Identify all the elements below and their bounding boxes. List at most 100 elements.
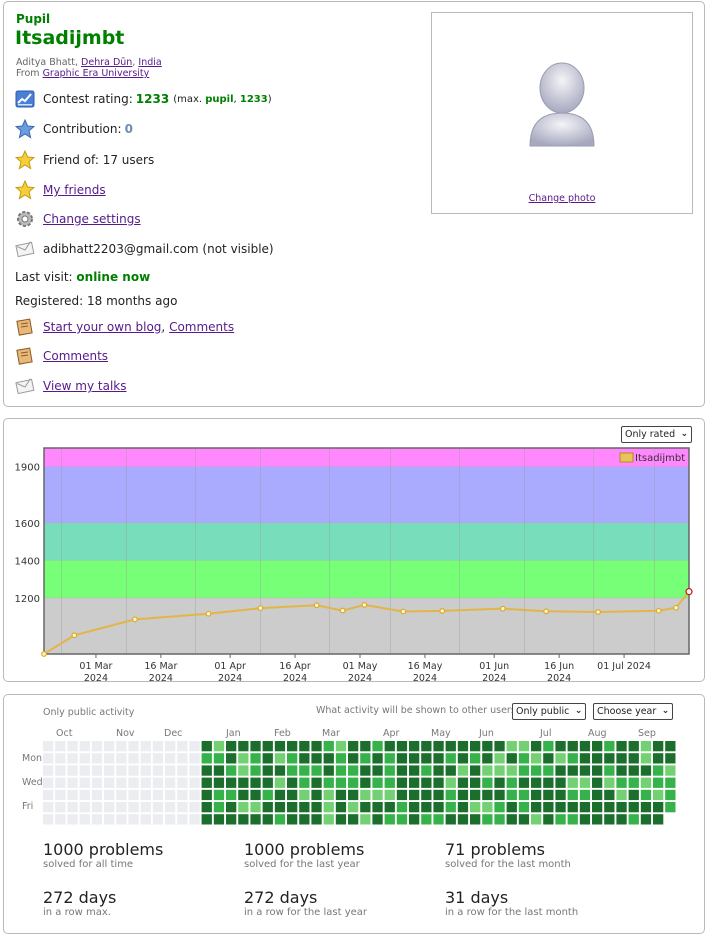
activity-cell xyxy=(457,777,469,788)
rating-label: Contest rating: xyxy=(43,92,133,106)
activity-cell xyxy=(213,814,225,825)
activity-cell xyxy=(311,802,322,813)
activity-cell xyxy=(165,765,176,776)
x-tick-label: 2024 xyxy=(547,673,571,681)
activity-cell xyxy=(67,814,78,825)
year-select[interactable]: Choose year ⌄ xyxy=(593,703,674,720)
activity-cell xyxy=(409,777,420,788)
stat-label: in a row max. xyxy=(43,907,111,918)
activity-cell xyxy=(152,789,164,801)
activity-cell xyxy=(201,814,212,825)
email-row: adibhatt2203@gmail.com (not visible) xyxy=(14,238,274,260)
activity-cell xyxy=(335,814,347,825)
chevron-down-icon: ⌄ xyxy=(574,706,583,716)
y-tick-label: 1600 xyxy=(15,519,40,530)
contribution-label: Contribution: xyxy=(43,122,122,136)
activity-cell xyxy=(335,789,347,801)
activity-cell xyxy=(665,802,676,813)
activity-cell xyxy=(348,789,359,801)
x-tick-label: 2024 xyxy=(84,673,108,681)
activity-cell xyxy=(67,789,78,801)
activity-cell xyxy=(543,753,554,764)
star-gold-icon xyxy=(14,179,36,201)
start-blog-link[interactable]: Start your own blog xyxy=(43,320,161,334)
activity-cell xyxy=(360,814,371,825)
last-visit-value: online now xyxy=(76,270,151,284)
activity-cell xyxy=(165,789,176,801)
activity-cell xyxy=(592,789,603,801)
activity-cell xyxy=(604,765,615,776)
activity-cell xyxy=(250,765,261,776)
activity-cell xyxy=(506,765,517,776)
activity-cell xyxy=(238,802,249,813)
organization-link[interactable]: Graphic Era University xyxy=(43,68,150,79)
change-settings-link[interactable]: Change settings xyxy=(43,212,141,226)
activity-cell xyxy=(348,741,359,752)
my-friends-link[interactable]: My friends xyxy=(43,183,106,197)
activity-cell xyxy=(140,814,151,825)
rating-point xyxy=(655,607,662,614)
activity-cell xyxy=(91,789,103,801)
activity-cell xyxy=(311,777,322,788)
country-link[interactable]: India xyxy=(138,57,161,68)
rating-point xyxy=(205,610,212,617)
activity-cell xyxy=(140,753,151,764)
activity-cell xyxy=(262,802,273,813)
star-gold-icon xyxy=(14,149,36,171)
activity-cell xyxy=(238,814,249,825)
activity-cell xyxy=(445,814,456,825)
activity-cell xyxy=(616,777,627,788)
activity-cell xyxy=(457,802,469,813)
activity-heatmap xyxy=(43,741,676,825)
activity-cell xyxy=(43,765,54,776)
activity-cell xyxy=(79,789,90,801)
change-photo-link[interactable]: Change photo xyxy=(529,193,596,204)
view-talks-link[interactable]: View my talks xyxy=(43,379,127,393)
activity-cell xyxy=(55,802,66,813)
activity-cell xyxy=(140,765,151,776)
activity-cell xyxy=(470,789,481,801)
activity-cell xyxy=(91,814,103,825)
activity-cell xyxy=(640,802,652,813)
x-tick-label: 01 Jul 2024 xyxy=(597,661,651,672)
activity-cell xyxy=(91,753,103,764)
city-link[interactable]: Dehra Dūn xyxy=(81,57,132,68)
activity-cell xyxy=(628,765,639,776)
activity-cell xyxy=(372,814,383,825)
activity-cell xyxy=(274,814,286,825)
activity-cell xyxy=(226,802,237,813)
blog-comments-link[interactable]: Comments xyxy=(169,320,234,334)
visibility-select[interactable]: Only public ⌄ xyxy=(512,703,587,720)
user-handle: Itsadijmbt xyxy=(15,27,125,49)
settings-row: Change settings xyxy=(14,208,141,230)
activity-cell xyxy=(653,789,664,801)
star-blue-icon xyxy=(14,118,36,140)
activity-cell xyxy=(421,777,432,788)
activity-cell xyxy=(189,789,200,801)
activity-cell xyxy=(152,765,164,776)
activity-cell xyxy=(616,802,627,813)
activity-cell xyxy=(421,753,432,764)
activity-cell xyxy=(104,765,115,776)
activity-cell xyxy=(274,789,286,801)
activity-cell xyxy=(628,741,639,752)
activity-cell xyxy=(592,777,603,788)
activity-cell xyxy=(299,789,310,801)
activity-cell xyxy=(555,802,566,813)
activity-cell xyxy=(323,753,334,764)
stat-label: in a row for the last year xyxy=(244,907,368,918)
activity-cell xyxy=(482,814,493,825)
activity-cell xyxy=(104,814,115,825)
activity-cell xyxy=(238,741,249,752)
activity-cell xyxy=(482,789,493,801)
activity-cell xyxy=(567,802,578,813)
comments-link[interactable]: Comments xyxy=(43,349,108,363)
activity-cell xyxy=(518,753,530,764)
activity-cell xyxy=(396,802,408,813)
activity-cell xyxy=(653,802,664,813)
stat-label: in a row for the last month xyxy=(445,907,579,918)
activity-cell xyxy=(55,753,66,764)
activity-cell xyxy=(470,753,481,764)
x-tick-label: 16 Apr xyxy=(279,661,311,672)
activity-cell xyxy=(348,777,359,788)
